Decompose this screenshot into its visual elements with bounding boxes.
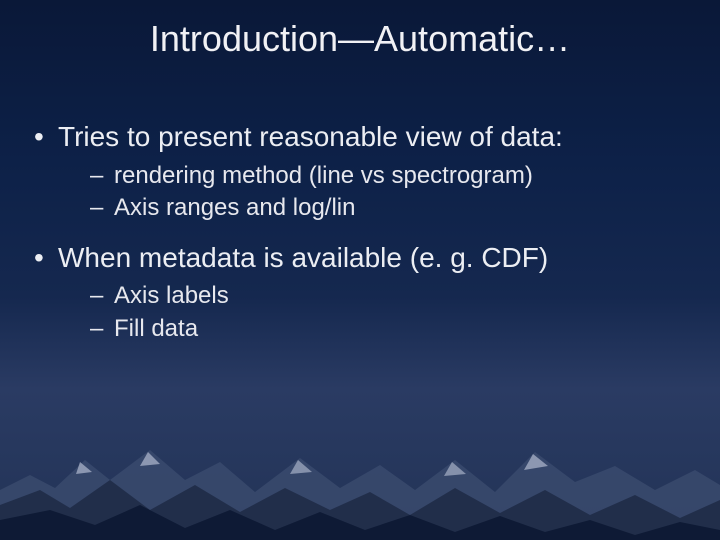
sub-bullet-text: rendering method (line vs spectrogram)	[114, 162, 533, 189]
sub-bullet-item: Axis labels	[58, 280, 690, 312]
slide-body: Tries to present reasonable view of data…	[30, 118, 690, 359]
sub-bullet-text: Fill data	[114, 315, 198, 342]
sub-bullet-text: Axis labels	[114, 282, 229, 309]
sub-bullet-text: Axis ranges and log/lin	[114, 194, 355, 221]
sub-bullet-item: Fill data	[58, 313, 690, 345]
bullet-text: When metadata is available (e. g. CDF)	[58, 242, 548, 273]
sub-bullet-item: Axis ranges and log/lin	[58, 192, 690, 224]
sub-bullet-item: rendering method (line vs spectrogram)	[58, 160, 690, 192]
sub-bullet-list: Axis labels Fill data	[58, 280, 690, 345]
bullet-item: When metadata is available (e. g. CDF) A…	[30, 239, 690, 346]
bullet-text: Tries to present reasonable view of data…	[58, 121, 563, 152]
sub-bullet-list: rendering method (line vs spectrogram) A…	[58, 160, 690, 225]
slide-title: Introduction—Automatic…	[0, 18, 720, 60]
bullet-item: Tries to present reasonable view of data…	[30, 118, 690, 225]
slide: Introduction—Automatic… Tries to present…	[0, 0, 720, 540]
mountain-decoration	[0, 380, 720, 540]
bullet-list: Tries to present reasonable view of data…	[30, 118, 690, 345]
